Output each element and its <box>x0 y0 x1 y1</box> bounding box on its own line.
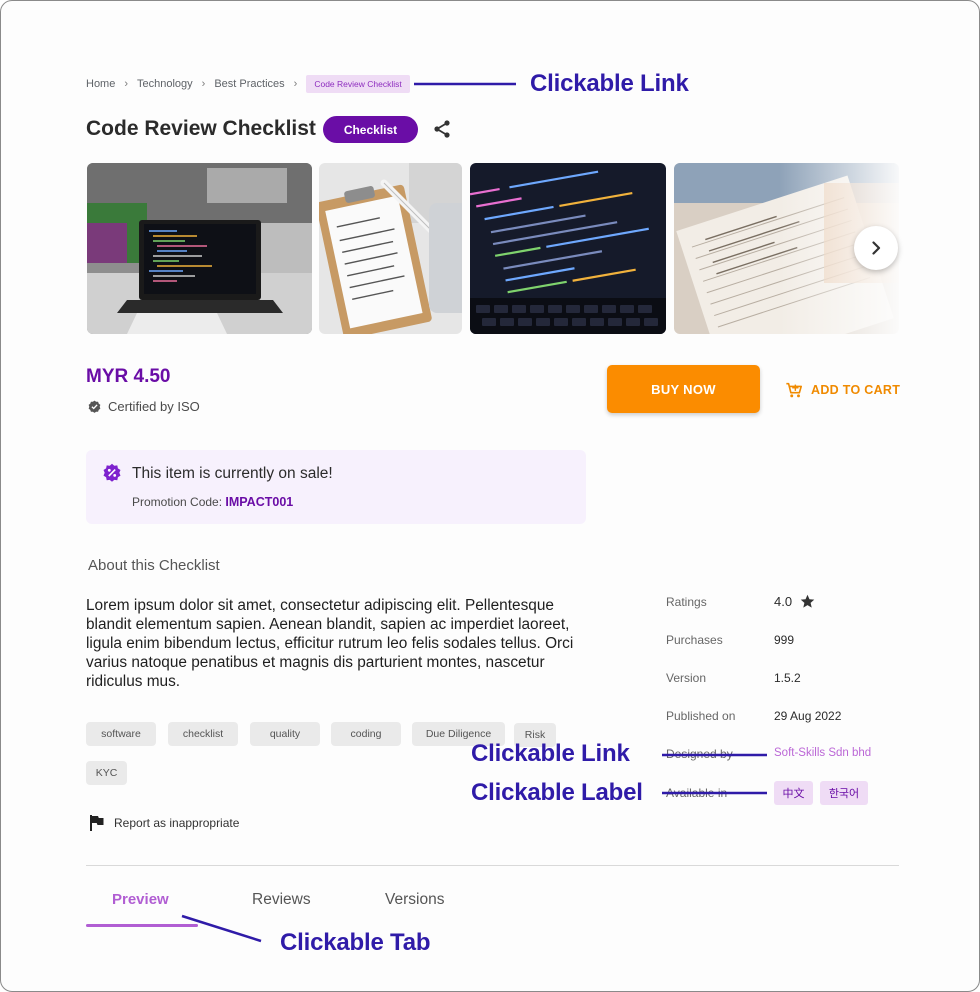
annotation-label-language: Clickable Label <box>471 779 643 806</box>
tag-chip[interactable]: software <box>86 722 156 746</box>
gallery-image-laptop[interactable] <box>87 163 312 334</box>
discount-badge-icon <box>103 463 121 482</box>
spec-value-purchases: 999 <box>774 633 795 647</box>
image-gallery <box>87 163 899 334</box>
about-description: Lorem ipsum dolor sit amet, consectetur … <box>86 597 574 690</box>
section-divider <box>86 865 899 866</box>
breadcrumb-technology[interactable]: Technology <box>137 78 193 90</box>
breadcrumb-separator: › <box>124 78 129 90</box>
sale-banner: This item is currently on sale! Promotio… <box>86 450 586 524</box>
spec-label-designer: Designed by <box>666 747 733 761</box>
price: MYR 4.50 <box>86 366 171 387</box>
spec-label-languages: Available in <box>666 786 728 800</box>
add-to-cart-label: ADD TO CART <box>811 383 901 397</box>
spec-label-version: Version <box>666 671 707 685</box>
annotation-tab: Clickable Tab <box>280 929 431 956</box>
certification: Certified by ISO <box>88 399 200 414</box>
spec-value-version: 1.5.2 <box>774 671 801 685</box>
spec-label-published: Published on <box>666 709 736 723</box>
page-title: Code Review Checklist <box>86 117 316 140</box>
sale-title: This item is currently on sale! <box>132 465 333 482</box>
report-link[interactable]: Report as inappropriate <box>89 814 239 832</box>
tab-reviews[interactable]: Reviews <box>252 891 311 909</box>
ratings-value: 4.0 <box>774 594 793 609</box>
report-label: Report as inappropriate <box>114 816 240 830</box>
breadcrumb: Home › Technology › Best Practices › Cod… <box>86 74 410 94</box>
chevron-right-icon <box>872 241 881 255</box>
spec-label-ratings: Ratings <box>666 595 707 609</box>
breadcrumb-current[interactable]: Code Review Checklist <box>306 75 410 93</box>
type-chip[interactable]: Checklist <box>323 116 418 143</box>
buy-now-button[interactable]: BUY NOW <box>607 365 760 413</box>
verified-badge-icon <box>88 400 101 413</box>
promotion-code-value: IMPACT001 <box>225 495 294 509</box>
tag-chip[interactable]: quality <box>250 722 320 746</box>
flag-icon <box>90 815 104 831</box>
designer-link[interactable]: Soft-Skills Sdn bhd <box>774 747 871 759</box>
share-icon[interactable] <box>432 119 452 139</box>
gallery-image-clipboard[interactable] <box>319 163 462 334</box>
tag-chip[interactable]: checklist <box>168 722 238 746</box>
add-cart-icon <box>786 382 803 398</box>
gallery-image-code[interactable] <box>470 163 666 334</box>
breadcrumb-separator: › <box>201 78 206 90</box>
tab-preview[interactable]: Preview <box>112 891 169 908</box>
spec-label-purchases: Purchases <box>666 633 723 647</box>
certification-label: Certified by ISO <box>108 399 200 414</box>
tag-chip[interactable]: KYC <box>86 761 127 785</box>
tab-versions[interactable]: Versions <box>385 891 444 909</box>
spec-value-ratings: 4.0 <box>774 594 815 609</box>
promotion-code: Promotion Code: IMPACT001 <box>132 495 293 509</box>
promotion-code-label: Promotion Code: <box>132 495 223 509</box>
breadcrumb-best-practices[interactable]: Best Practices <box>214 78 284 90</box>
annotation-link-top: Clickable Link <box>530 70 689 97</box>
add-to-cart-button[interactable]: ADD TO CART <box>785 381 900 399</box>
annotation-link-designer: Clickable Link <box>471 740 630 767</box>
page-frame: Home › Technology › Best Practices › Cod… <box>0 0 980 992</box>
tag-chip[interactable]: coding <box>331 722 401 746</box>
star-icon <box>800 594 815 608</box>
breadcrumb-home[interactable]: Home <box>86 78 115 90</box>
tab-active-indicator <box>86 924 198 927</box>
breadcrumb-separator: › <box>293 78 298 90</box>
about-heading: About this Checklist <box>88 557 220 574</box>
gallery-next-button[interactable] <box>854 226 898 270</box>
language-chip-korean[interactable]: 한국어 <box>820 781 868 805</box>
language-chip-chinese[interactable]: 中文 <box>774 781 813 805</box>
spec-value-published: 29 Aug 2022 <box>774 709 842 723</box>
